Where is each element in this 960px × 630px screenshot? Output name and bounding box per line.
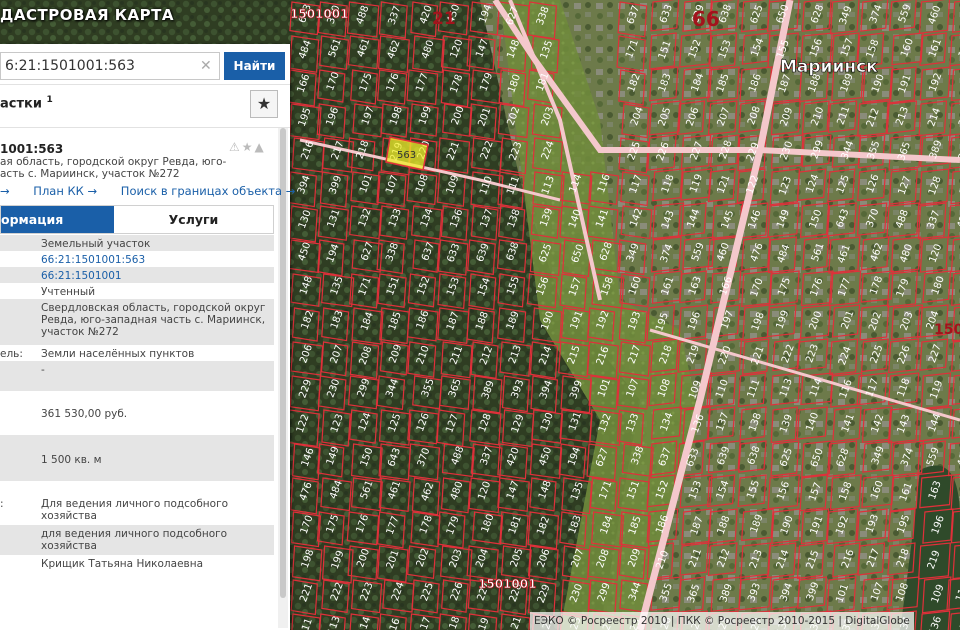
parcel-number: 1001:563 <box>0 142 64 156</box>
row-key: ель: <box>0 348 23 360</box>
block-number: 1501001 <box>478 577 536 591</box>
table-row <box>0 435 274 451</box>
warning-icon[interactable]: ⚠ <box>229 140 242 154</box>
row-value-link[interactable]: 66:21:1501001 <box>41 270 266 282</box>
table-row <box>0 391 274 405</box>
favorite-star-icon[interactable]: ★ <box>250 90 278 118</box>
row-value: Земельный участок <box>41 238 151 250</box>
row-value: Крищик Татьяна Николаевна <box>41 558 204 570</box>
section-title: астки 1 <box>0 95 53 111</box>
table-row: Крищик Татьяна Николаевна <box>0 555 274 575</box>
row-value: Земли населённых пунктов <box>41 348 195 360</box>
row-value: 1 500 кв. м <box>41 454 102 466</box>
section-count: 1 <box>46 95 53 105</box>
place-name: Мариинск <box>780 57 878 77</box>
search-input[interactable] <box>0 52 220 80</box>
table-row: 66:21:1501001 <box>0 267 274 283</box>
table-row: для ведения личного подсобного хозяйства <box>0 525 274 555</box>
row-key: : <box>0 498 4 510</box>
address-line: ая область, городской округ Ревда, юго- <box>0 156 227 168</box>
tab-services[interactable]: Услуги <box>114 206 273 233</box>
parcel-address: ая область, городской округ Ревда, юго- … <box>0 156 270 180</box>
clear-icon[interactable]: ✕ <box>200 58 212 74</box>
attribute-table: Земельный участок 66:21:1501001:563 66:21:… <box>0 235 274 575</box>
row-value: Свердловская область, городской округ Ре… <box>41 302 266 338</box>
block-number: 1501001 <box>290 7 348 21</box>
table-row <box>0 481 274 495</box>
table-row: Свердловская область, городской округ Ре… <box>0 299 274 345</box>
table-row: : Для ведения личного подсобного хозяйств… <box>0 495 274 525</box>
scrollbar-thumb[interactable] <box>280 128 286 598</box>
link-plan-kk[interactable]: План КК → <box>33 184 97 198</box>
find-button[interactable]: Найти <box>224 52 285 80</box>
row-value-link[interactable]: 66:21:1501001:563 <box>41 254 266 266</box>
table-row: 66:21:1501001:563 <box>0 251 274 267</box>
district-number: 66 <box>692 7 720 31</box>
zone-number: 150 <box>934 322 960 338</box>
row-value: 361 530,00 руб. <box>41 408 128 420</box>
app-title: ДАСТРОВАЯ КАРТА <box>0 6 174 24</box>
info-panel: ✕ Найти астки 1 ★ 1001:563 ⚠★▲ ая област… <box>0 44 295 630</box>
watermark: ИМ <box>0 562 22 576</box>
section-title-text: астки <box>0 96 42 112</box>
tab-bar: ормация Услуги <box>0 205 274 234</box>
table-row: 361 530,00 руб. <box>0 405 274 435</box>
link-search-bounds[interactable]: Поиск в границах объекта → <box>121 184 296 198</box>
copyright-footer: ЕЭКО © Росреестр 2010 | ПКК © Росреестр … <box>530 612 914 630</box>
card-links: → План КК → Поиск в границах объекта → <box>0 184 315 198</box>
table-row: Учтенный <box>0 283 274 299</box>
section-header: астки 1 ★ <box>0 84 290 128</box>
row-value: Учтенный <box>41 286 96 298</box>
tab-information[interactable]: ормация <box>1 206 114 233</box>
expand-icon[interactable]: ▲ <box>255 140 266 154</box>
address-line: асть с. Мариинск, участок №272 <box>0 168 180 180</box>
table-row: 1 500 кв. м <box>0 451 274 481</box>
district-number: 21 <box>432 9 456 29</box>
search-bar: ✕ Найти <box>0 50 290 82</box>
row-value: для ведения личного подсобного хозяйства <box>41 528 228 552</box>
row-value: Для ведения личного подсобного хозяйства <box>41 498 229 522</box>
table-row: - <box>0 361 274 391</box>
selected-parcel-label: 563 <box>397 150 416 161</box>
table-row: ель: Земли населённых пунктов <box>0 345 274 361</box>
card-actions[interactable]: ⚠★▲ <box>229 140 266 154</box>
table-row: Земельный участок <box>0 235 274 251</box>
link-prev[interactable]: → <box>0 184 10 198</box>
star-icon[interactable]: ★ <box>242 140 255 154</box>
row-value: - <box>41 364 45 376</box>
